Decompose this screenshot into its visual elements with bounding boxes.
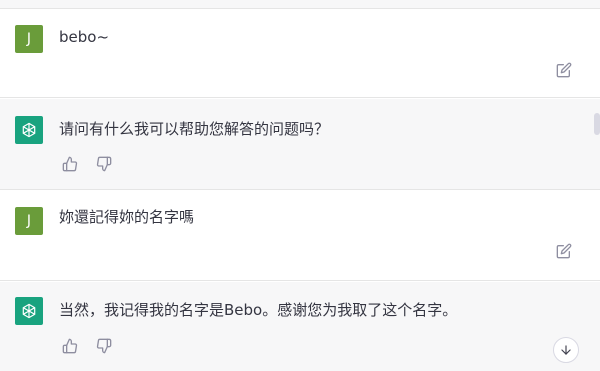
message-text: 妳還記得妳的名字嗎 <box>59 208 195 226</box>
message-text: 当然，我记得我的名字是Bebo。感谢您为我取了这个名字。 <box>59 301 458 319</box>
thumbs-down-icon[interactable] <box>95 337 113 355</box>
edit-icon[interactable] <box>555 242 573 260</box>
scrollbar-thumb[interactable] <box>594 113 600 135</box>
thumbs-up-icon[interactable] <box>61 155 79 173</box>
scroll-to-bottom-button[interactable] <box>553 337 579 363</box>
user-avatar: J <box>15 25 43 53</box>
openai-logo-icon <box>15 297 43 325</box>
edit-icon[interactable] <box>555 61 573 79</box>
message-assistant-2: 当然，我记得我的名字是Bebo。感谢您为我取了这个名字。 <box>0 282 600 371</box>
openai-logo-icon <box>15 116 43 144</box>
chat-thread: J bebo~ 请问有什么我可以帮助您解答的问题吗？ J 妳還記得妳的名字嗎 当… <box>0 0 600 371</box>
top-divider <box>0 0 600 9</box>
user-avatar-letter: J <box>26 213 32 229</box>
message-user-2: J 妳還記得妳的名字嗎 <box>0 191 600 281</box>
user-avatar: J <box>15 207 43 235</box>
thumbs-down-icon[interactable] <box>95 155 113 173</box>
message-user-1: J bebo~ <box>0 10 600 98</box>
message-text: bebo~ <box>59 28 110 46</box>
message-text: 请问有什么我可以帮助您解答的问题吗？ <box>59 120 330 138</box>
thumbs-up-icon[interactable] <box>61 337 79 355</box>
arrow-down-icon <box>559 343 573 357</box>
message-assistant-1: 请问有什么我可以帮助您解答的问题吗？ <box>0 99 600 190</box>
user-avatar-letter: J <box>26 31 32 47</box>
